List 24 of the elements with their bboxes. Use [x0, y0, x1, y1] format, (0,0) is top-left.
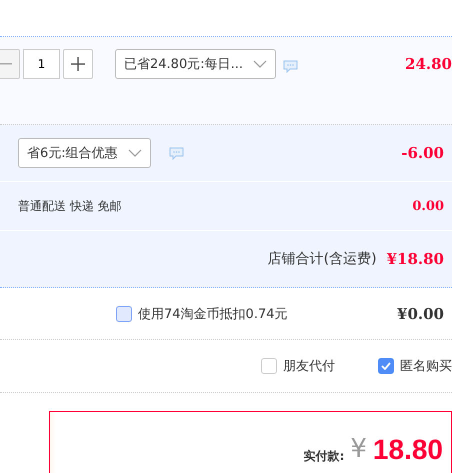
- chat-icon[interactable]: [283, 60, 298, 73]
- promo-dropdown[interactable]: 已省24.80元:每日...: [115, 49, 276, 79]
- currency-symbol: ¥: [350, 434, 367, 464]
- promo-dropdown[interactable]: 省6元:组合优惠: [18, 138, 151, 168]
- option-checkbox[interactable]: 匿名购买: [378, 357, 452, 375]
- chat-icon[interactable]: [168, 146, 184, 160]
- coins-amount: ¥0.00: [397, 304, 444, 322]
- shipping-amount: 0.00: [412, 198, 444, 214]
- shipping-label: 普通配送 快递 免邮: [18, 198, 122, 214]
- check-icon: [381, 362, 391, 370]
- minus-icon: [0, 63, 12, 65]
- item-price: 24.80: [405, 55, 452, 73]
- option-checkbox[interactable]: 朋友代付: [261, 357, 335, 375]
- payment-amount: 18.80: [372, 434, 443, 466]
- coins-checkbox[interactable]: 使用74淘金币抵扣0.74元: [116, 304, 288, 322]
- plus-icon: [71, 57, 85, 71]
- shop-total-label: 店铺合计(含运费): [268, 250, 377, 268]
- caret-icon: [128, 149, 142, 157]
- caret-icon: [253, 60, 267, 68]
- discount-amount: -6.00: [401, 144, 444, 162]
- quantity-field[interactable]: 1: [23, 49, 60, 79]
- plus-button[interactable]: [63, 49, 93, 79]
- shop-total-amount: ¥18.80: [386, 250, 444, 268]
- payment-label: 实付款:: [304, 448, 344, 465]
